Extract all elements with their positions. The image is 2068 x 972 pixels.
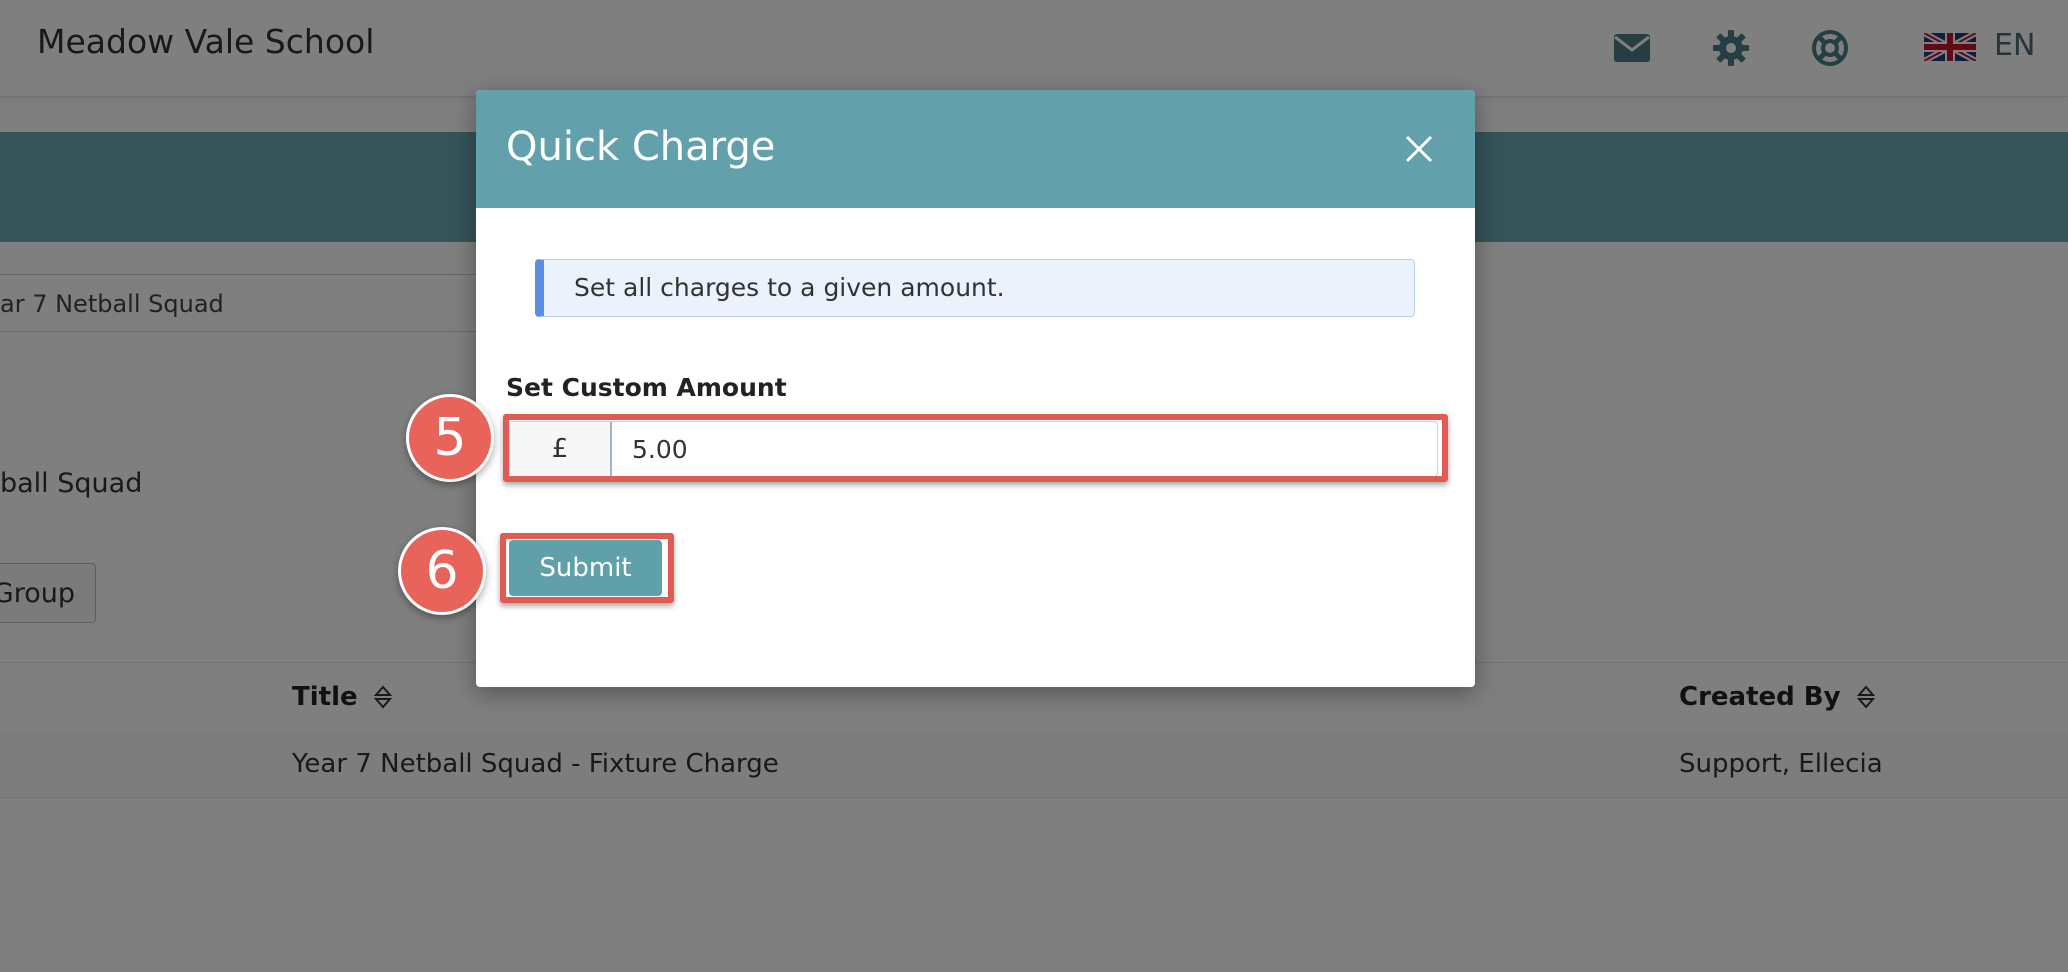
currency-symbol: £	[510, 422, 612, 476]
submit-button[interactable]: Submit	[509, 540, 662, 596]
quick-charge-modal: Quick Charge Set all charges to a given …	[476, 90, 1475, 687]
info-alert-text: Set all charges to a given amount.	[574, 273, 1005, 302]
step-badge-6: 6	[398, 527, 486, 615]
modal-title: Quick Charge	[506, 124, 776, 170]
step-badge-5: 5	[406, 394, 494, 482]
close-icon[interactable]	[1404, 134, 1434, 164]
info-alert: Set all charges to a given amount.	[535, 259, 1415, 317]
custom-amount-input[interactable]	[612, 422, 1437, 476]
modal-header: Quick Charge	[476, 90, 1475, 208]
custom-amount-group: £	[509, 421, 1438, 477]
custom-amount-label: Set Custom Amount	[506, 373, 787, 402]
close-button[interactable]	[1394, 124, 1444, 174]
